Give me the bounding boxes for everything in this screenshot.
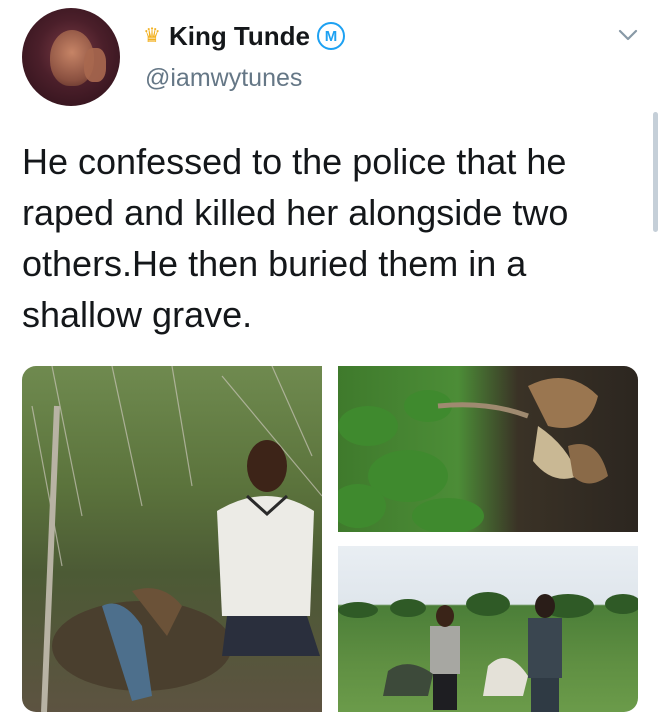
photo-grave-remains[interactable]: [338, 366, 638, 532]
crown-icon: ♛: [143, 25, 161, 47]
photo-suspect-in-bush[interactable]: [22, 366, 322, 712]
photo-left-illustration: [31, 366, 322, 712]
display-name[interactable]: King Tunde: [169, 21, 310, 52]
photo-bottom-right-illustration: [338, 592, 638, 712]
tweet-text: He confessed to the police that he raped…: [22, 141, 569, 335]
photo-top-right-illustration: [338, 378, 608, 532]
user-handle[interactable]: @iamwytunes: [145, 64, 302, 93]
photo-officer-with-suspect[interactable]: [338, 546, 638, 712]
media-grid[interactable]: [22, 366, 638, 714]
chevron-down-icon[interactable]: [616, 24, 640, 46]
avatar[interactable]: [22, 8, 120, 106]
tweet-card: ♛ King Tunde M @iamwytunes He confessed …: [0, 0, 660, 720]
avatar-hand: [84, 48, 106, 82]
badge-icon: M: [316, 22, 345, 50]
scrollbar[interactable]: [653, 112, 658, 232]
name-row[interactable]: ♛ King Tunde M: [143, 18, 345, 54]
